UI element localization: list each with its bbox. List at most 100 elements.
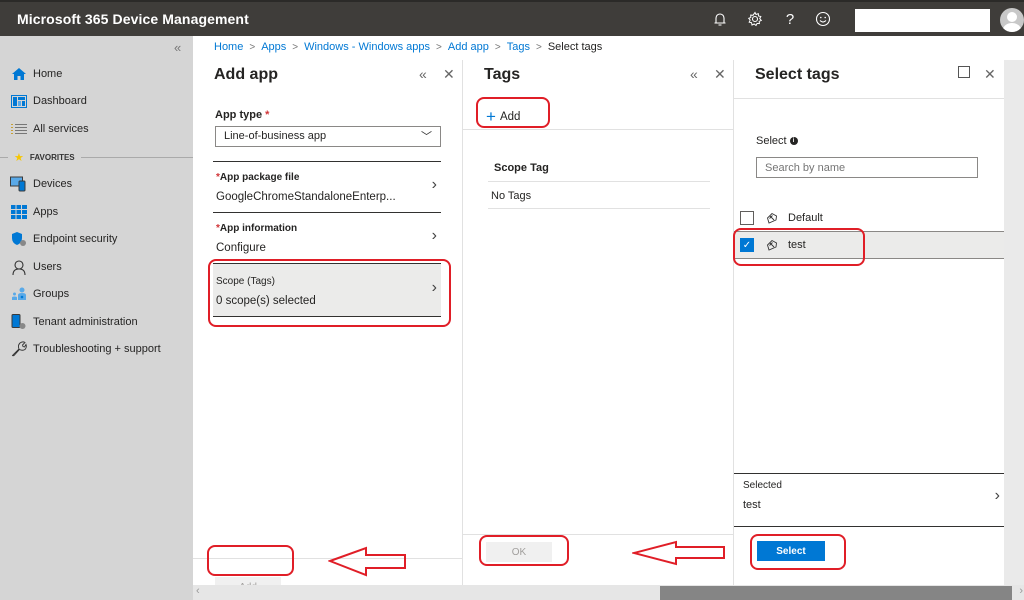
info-icon[interactable]: i xyxy=(789,137,798,145)
sidebar-item-tenant-administration[interactable]: Tenant administration xyxy=(10,312,138,332)
sidebar-item-all-services[interactable]: All services xyxy=(10,119,89,139)
sidebar-item-label: Users xyxy=(33,261,62,273)
sidebar-item-users[interactable]: Users xyxy=(10,257,62,277)
close-icon[interactable]: ✕ xyxy=(984,66,996,83)
close-icon[interactable]: ✕ xyxy=(443,66,455,83)
breadcrumb-add-app[interactable]: Add app xyxy=(448,41,489,53)
row-label: App information xyxy=(219,223,298,234)
add-command-label: Add xyxy=(499,110,521,123)
blade-title: Add app xyxy=(214,66,278,83)
favorites-divider: ★ FAVORITES xyxy=(0,150,193,164)
sidebar-item-label: Dashboard xyxy=(33,95,87,107)
breadcrumb-windows-apps[interactable]: Windows - Windows apps xyxy=(304,41,430,53)
breadcrumb-separator: > xyxy=(292,41,299,53)
app-package-file-row[interactable]: *App package file GoogleChromeStandalone… xyxy=(213,161,441,212)
app-type-label-text: App type xyxy=(215,109,263,121)
add-tag-command[interactable]: + Add xyxy=(486,108,520,125)
app-title: Microsoft 365 Device Management xyxy=(17,11,249,27)
selected-label: Selected xyxy=(743,480,782,491)
breadcrumb-separator: > xyxy=(436,41,442,53)
avatar[interactable] xyxy=(1000,8,1024,32)
sidebar-item-label: All services xyxy=(33,123,89,135)
select-tags-blade: Select tags ✕ Select i Default ✓ test Se… xyxy=(734,60,1004,585)
sidebar-item-dashboard[interactable]: Dashboard xyxy=(10,91,87,111)
tag-option-default[interactable]: Default xyxy=(734,204,1004,232)
scope-tags-label: Scope (Tags) xyxy=(216,276,275,287)
chevron-down-icon: ﹀ xyxy=(421,131,432,143)
bell-icon[interactable] xyxy=(710,9,730,29)
footer-divider xyxy=(193,558,463,559)
divider-line xyxy=(80,156,193,158)
help-icon[interactable]: ? xyxy=(780,9,800,29)
ok-button[interactable]: OK xyxy=(486,542,552,562)
avatar-body xyxy=(1003,23,1021,32)
sidebar-item-home[interactable]: Home xyxy=(10,64,62,84)
sidebar-item-label: Devices xyxy=(33,178,73,190)
sidebar: « Home Dashboard All services ★ FAVORITE… xyxy=(0,36,193,600)
tag-option-test[interactable]: ✓ test xyxy=(734,231,1004,259)
command-bar: + Add xyxy=(463,100,734,130)
scope-tags-row[interactable]: Scope (Tags) 0 scope(s) selected › xyxy=(213,263,441,317)
sidebar-item-apps[interactable]: Apps xyxy=(10,202,58,222)
blade-gutter xyxy=(1004,60,1024,585)
app-information-row[interactable]: *App information Configure › xyxy=(213,212,441,263)
breadcrumb-separator: > xyxy=(535,41,542,53)
breadcrumb: Home > Apps > Windows - Windows apps > A… xyxy=(214,41,602,53)
sidebar-item-devices[interactable]: Devices xyxy=(10,174,72,194)
chevron-right-icon: › xyxy=(431,176,437,193)
breadcrumb-separator: > xyxy=(494,41,501,53)
avatar-head xyxy=(1007,12,1017,22)
scroll-right-arrow[interactable]: › xyxy=(1019,585,1023,597)
checkbox[interactable] xyxy=(740,211,754,225)
top-bar: Microsoft 365 Device Management ? xyxy=(0,0,1024,36)
footer-divider xyxy=(463,534,734,535)
breadcrumb-apps[interactable]: Apps xyxy=(261,41,286,53)
sidebar-item-label: Tenant administration xyxy=(33,316,138,328)
breadcrumb-select-tags: Select tags xyxy=(547,41,603,53)
select-button[interactable]: Select xyxy=(757,541,825,561)
feedback-smiley-icon[interactable] xyxy=(813,9,833,29)
account-name-box[interactable] xyxy=(855,9,990,32)
select-label-text: Select xyxy=(756,135,787,147)
sidebar-item-endpoint-security[interactable]: Endpoint security xyxy=(10,229,117,249)
apps-grid-icon xyxy=(10,204,28,220)
breadcrumb-home[interactable]: Home xyxy=(214,41,243,53)
collapse-blade-button[interactable]: « xyxy=(690,66,698,82)
sidebar-item-troubleshooting[interactable]: Troubleshooting + support xyxy=(10,339,161,359)
collapse-blade-button[interactable]: « xyxy=(419,66,427,82)
sidebar-item-label: Troubleshooting + support xyxy=(33,343,161,355)
blade-title: Select tags xyxy=(755,66,840,83)
scroll-left-arrow[interactable]: ‹ xyxy=(196,585,200,597)
required-mark: * xyxy=(265,109,270,121)
shield-icon xyxy=(10,231,28,247)
app-information-label: *App information xyxy=(216,223,297,234)
devices-icon xyxy=(10,176,28,192)
horizontal-scrollbar[interactable]: ‹ › xyxy=(193,585,1024,600)
collapse-sidebar-button[interactable]: « xyxy=(174,40,181,55)
app-package-file-value: GoogleChromeStandaloneEnterp... xyxy=(216,191,396,203)
user-icon xyxy=(10,259,28,275)
plus-icon: + xyxy=(486,107,496,126)
tag-icon xyxy=(766,239,778,251)
add-app-blade: Add app « ✕ App type * Line-of-business … xyxy=(193,60,463,597)
breadcrumb-tags[interactable]: Tags xyxy=(507,41,530,53)
dashboard-icon xyxy=(10,93,28,109)
favorites-label: FAVORITES xyxy=(29,152,75,162)
search-input[interactable] xyxy=(756,157,978,178)
selected-summary[interactable]: Selected test › xyxy=(734,473,1004,527)
star-icon: ★ xyxy=(14,151,24,164)
blade-title: Tags xyxy=(484,66,521,83)
checkbox-checked[interactable]: ✓ xyxy=(740,238,754,252)
scope-tags-value: 0 scope(s) selected xyxy=(216,295,316,307)
maximize-icon[interactable] xyxy=(958,65,970,81)
close-icon[interactable]: ✕ xyxy=(714,66,726,83)
gear-icon[interactable] xyxy=(745,9,765,29)
sidebar-item-label: Home xyxy=(33,68,63,80)
app-type-value: Line-of-business app xyxy=(224,130,327,142)
sidebar-item-groups[interactable]: Groups xyxy=(10,284,69,304)
scope-tag-column-header: Scope Tag xyxy=(488,162,710,182)
app-type-dropdown[interactable]: Line-of-business app ﹀ xyxy=(215,126,441,147)
home-icon xyxy=(10,66,28,82)
scrollbar-thumb[interactable] xyxy=(660,586,1012,600)
table-row: No Tags xyxy=(488,184,710,209)
